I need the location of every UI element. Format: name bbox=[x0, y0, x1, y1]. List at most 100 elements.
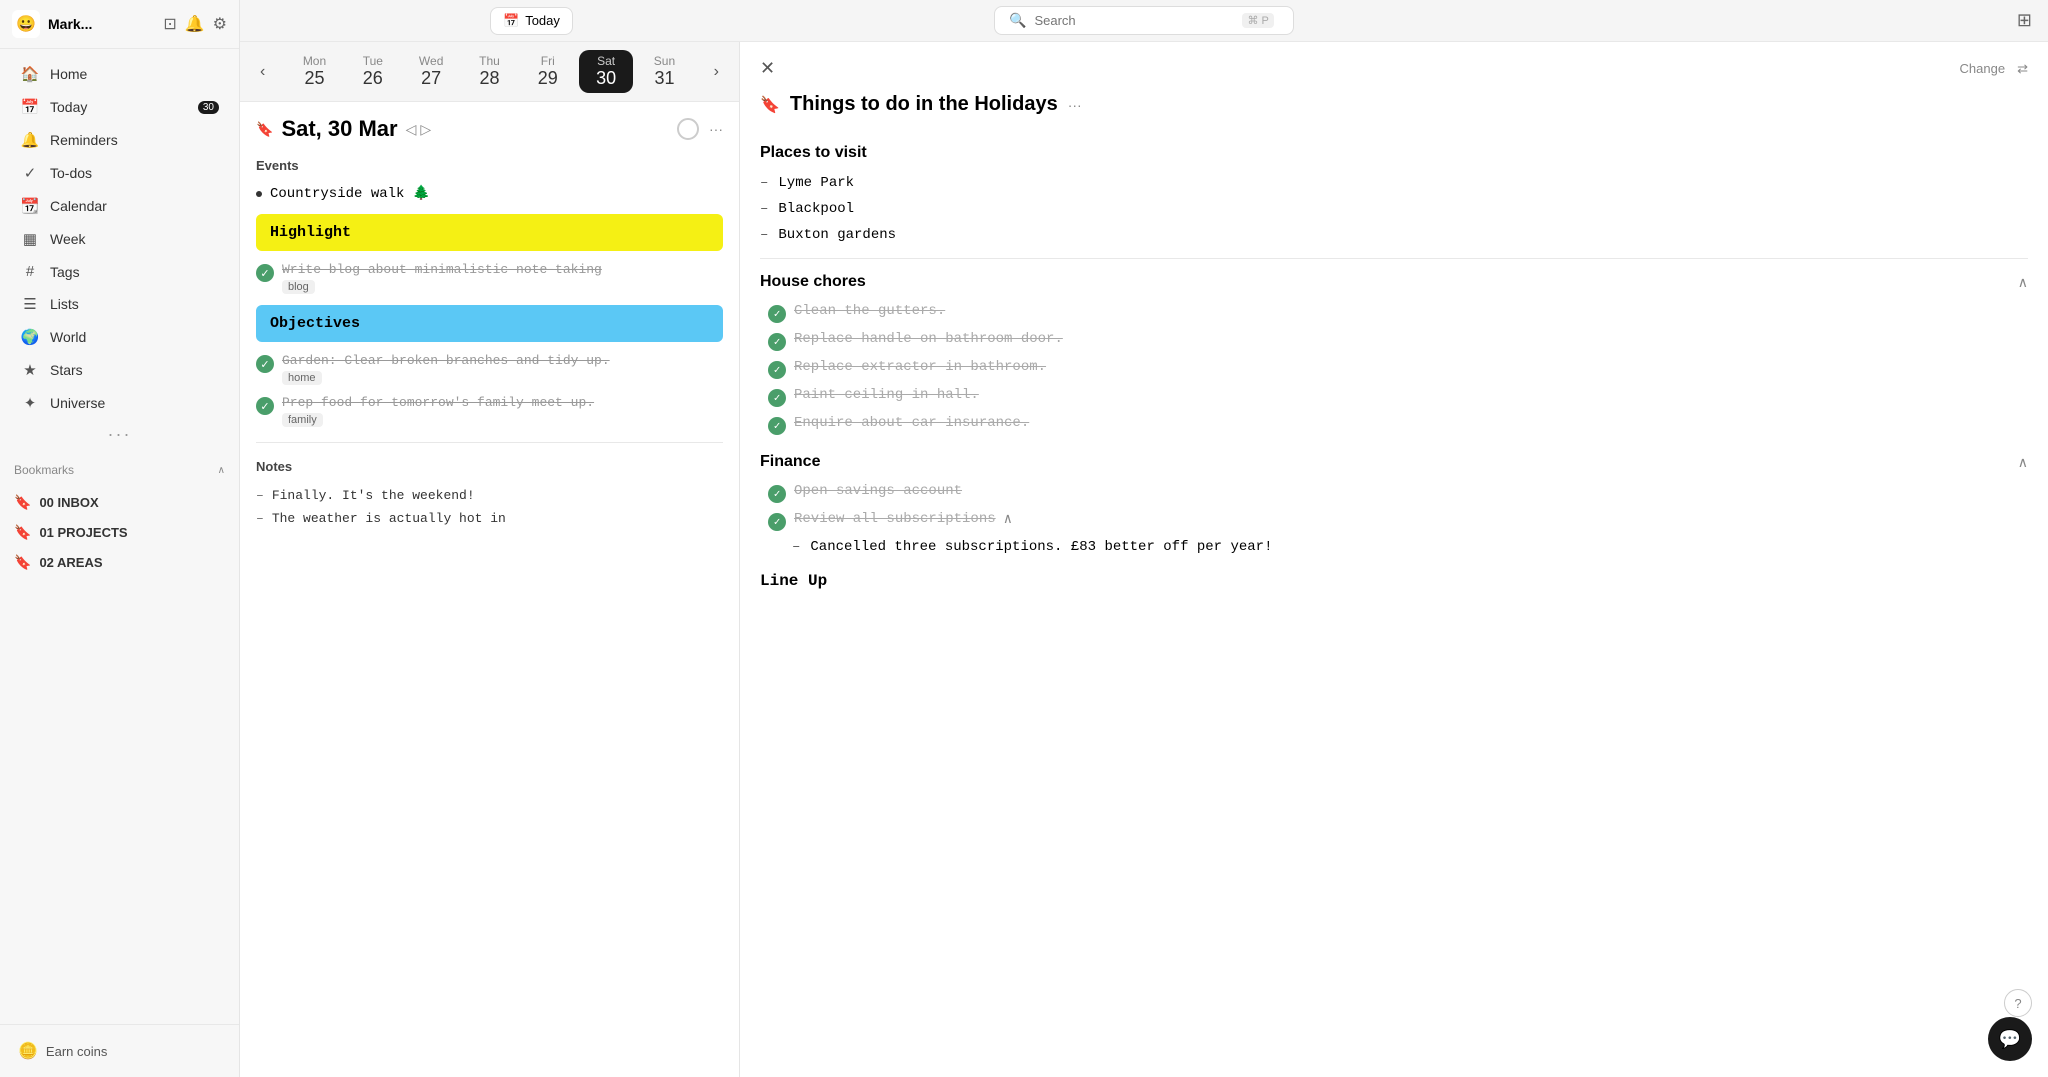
chore-text: Replace handle on bathroom door. bbox=[794, 331, 1063, 347]
finance-chevron[interactable]: ∧ bbox=[2018, 454, 2028, 471]
next-week-button[interactable]: › bbox=[706, 59, 727, 85]
sub-text: Cancelled three subscriptions. £83 bette… bbox=[810, 539, 1272, 555]
todo-content: Garden: Clear broken branches and tidy u… bbox=[282, 353, 610, 385]
week-day-sun[interactable]: Sun 31 bbox=[637, 50, 691, 93]
list-dash: – bbox=[760, 175, 768, 191]
chore-check[interactable]: ✓ bbox=[768, 389, 786, 407]
day-more-button[interactable]: ··· bbox=[709, 121, 723, 137]
subscriptions-chevron[interactable]: ∧ bbox=[1004, 511, 1012, 528]
places-section-title: Places to visit bbox=[760, 144, 2028, 162]
detail-title: Things to do in the Holidays bbox=[790, 93, 1058, 116]
bookmark-inbox[interactable]: 🔖 00 INBOX bbox=[0, 488, 239, 517]
detail-panel: ✕ Change ⇄ 🔖 Things to do in the Holiday… bbox=[740, 42, 2048, 1077]
earn-coins-button[interactable]: 🪙 Earn coins bbox=[14, 1035, 225, 1067]
sidebar-nav: 🏠 Home 📅 Today 30 🔔 Reminders ✓ To-dos 📆… bbox=[0, 49, 239, 1024]
sidebar-item-reminders[interactable]: 🔔 Reminders bbox=[6, 124, 233, 156]
sidebar-item-week[interactable]: ▦ Week bbox=[6, 223, 233, 255]
detail-close-button[interactable]: ✕ bbox=[760, 58, 775, 79]
bookmark-areas[interactable]: 🔖 02 AREAS bbox=[0, 548, 239, 577]
event-label: Countryside walk 🌲 bbox=[270, 185, 430, 202]
bookmark-projects[interactable]: 🔖 01 PROJECTS bbox=[0, 518, 239, 547]
week-day-wed[interactable]: Wed 27 bbox=[404, 50, 458, 93]
reminders-icon: 🔔 bbox=[20, 131, 40, 149]
search-shortcut: ⌘ P bbox=[1242, 13, 1273, 28]
sidebar-item-todos[interactable]: ✓ To-dos bbox=[6, 157, 233, 189]
sidebar-item-lists[interactable]: ☰ Lists bbox=[6, 288, 233, 320]
week-day-tue[interactable]: Tue 26 bbox=[346, 50, 400, 93]
sidebar-item-tags[interactable]: # Tags bbox=[6, 256, 233, 287]
todo-check[interactable]: ✓ bbox=[256, 264, 274, 282]
sidebar-toggle-icon[interactable]: ⊡ bbox=[163, 14, 176, 34]
week-day-fri[interactable]: Fri 29 bbox=[521, 50, 575, 93]
todo-text: Write blog about minimalistic note-takin… bbox=[282, 262, 602, 277]
search-bar[interactable]: 🔍 ⌘ P bbox=[994, 6, 1294, 35]
todo-item-blog: ✓ Write blog about minimalistic note-tak… bbox=[240, 257, 739, 299]
change-label[interactable]: Change bbox=[1960, 61, 2006, 76]
sidebar-more[interactable]: ··· bbox=[0, 420, 239, 449]
bookmarks-chevron[interactable]: ∧ bbox=[218, 465, 225, 476]
settings-icon[interactable]: ⚙ bbox=[213, 14, 227, 34]
sidebar-item-world[interactable]: 🌍 World bbox=[6, 321, 233, 353]
chore-item-4: ✓ Paint ceiling in hall. bbox=[768, 383, 2028, 411]
sidebar-item-universe[interactable]: ✦ Universe bbox=[6, 387, 233, 419]
sidebar-item-stars[interactable]: ★ Stars bbox=[6, 354, 233, 386]
prev-week-button[interactable]: ‹ bbox=[252, 59, 273, 85]
sidebar-header: 😀 Mark... ⊡ 🔔 ⚙ bbox=[0, 0, 239, 49]
save-icon[interactable]: ⊞ bbox=[2017, 10, 2032, 31]
chat-button[interactable]: 💬 bbox=[1988, 1017, 2032, 1061]
place-item-buxton: – Buxton gardens bbox=[760, 222, 2028, 248]
finance-check[interactable]: ✓ bbox=[768, 513, 786, 531]
detail-title-area: 🔖 Things to do in the Holidays ··· bbox=[760, 93, 2028, 116]
app-icon: 😀 bbox=[12, 10, 40, 38]
chore-text: Replace extractor in bathroom. bbox=[794, 359, 1046, 375]
day-actions: ··· bbox=[677, 118, 723, 140]
house-chores-chevron[interactable]: ∧ bbox=[2018, 274, 2028, 291]
todo-text: Garden: Clear broken branches and tidy u… bbox=[282, 353, 610, 368]
finance-check[interactable]: ✓ bbox=[768, 485, 786, 503]
notes-content: – Finally. It's the weekend! – The weath… bbox=[240, 480, 739, 534]
todo-check[interactable]: ✓ bbox=[256, 355, 274, 373]
swap-icon[interactable]: ⇄ bbox=[2017, 61, 2028, 77]
sidebar-item-label: To-dos bbox=[50, 165, 92, 181]
chore-check[interactable]: ✓ bbox=[768, 417, 786, 435]
detail-divider bbox=[760, 258, 2028, 259]
bookmark-label: 00 INBOX bbox=[39, 495, 98, 510]
chore-check[interactable]: ✓ bbox=[768, 361, 786, 379]
sidebar-item-today[interactable]: 📅 Today 30 bbox=[6, 91, 233, 123]
day-circle[interactable] bbox=[677, 118, 699, 140]
topbar-center: 🔍 ⌘ P bbox=[994, 6, 1294, 35]
todo-tag[interactable]: home bbox=[282, 371, 322, 385]
chore-text: Paint ceiling in hall. bbox=[794, 387, 979, 403]
chore-text: Enquire about car insurance. bbox=[794, 415, 1029, 431]
bookmark-icon: 🔖 bbox=[14, 554, 31, 571]
sidebar-item-label: Reminders bbox=[50, 132, 118, 148]
sidebar-item-home[interactable]: 🏠 Home bbox=[6, 58, 233, 90]
bookmarks-header: Bookmarks ∧ bbox=[14, 459, 225, 481]
todo-check[interactable]: ✓ bbox=[256, 397, 274, 415]
search-input[interactable] bbox=[1034, 13, 1234, 28]
sidebar-footer: 🪙 Earn coins bbox=[0, 1024, 239, 1077]
line-up-label: Line Up bbox=[760, 572, 827, 590]
day-nav-arrows: ◁ ▷ bbox=[406, 121, 432, 138]
notification-icon[interactable]: 🔔 bbox=[185, 14, 205, 34]
todo-tag[interactable]: family bbox=[282, 413, 323, 427]
week-day-thu[interactable]: Thu 28 bbox=[462, 50, 516, 93]
todo-tag[interactable]: blog bbox=[282, 280, 315, 294]
house-chores-label: House chores bbox=[760, 273, 866, 291]
home-icon: 🏠 bbox=[20, 65, 40, 83]
week-day-sat[interactable]: Sat 30 bbox=[579, 50, 633, 93]
week-day-mon[interactable]: Mon 25 bbox=[287, 50, 341, 93]
sidebar-item-label: Tags bbox=[50, 264, 80, 280]
detail-more-button[interactable]: ··· bbox=[1068, 97, 1082, 113]
day-name: Fri bbox=[541, 54, 555, 68]
chore-check[interactable]: ✓ bbox=[768, 333, 786, 351]
today-button[interactable]: 📅 Today bbox=[490, 7, 573, 35]
prev-day-arrow[interactable]: ◁ bbox=[406, 121, 417, 138]
sidebar-item-calendar[interactable]: 📆 Calendar bbox=[6, 190, 233, 222]
next-day-arrow[interactable]: ▷ bbox=[420, 121, 431, 138]
sidebar-item-label: World bbox=[50, 329, 86, 345]
sidebar-item-label: Calendar bbox=[50, 198, 107, 214]
chore-check[interactable]: ✓ bbox=[768, 305, 786, 323]
day-name: Wed bbox=[419, 54, 443, 68]
help-button[interactable]: ? bbox=[2004, 989, 2032, 1017]
